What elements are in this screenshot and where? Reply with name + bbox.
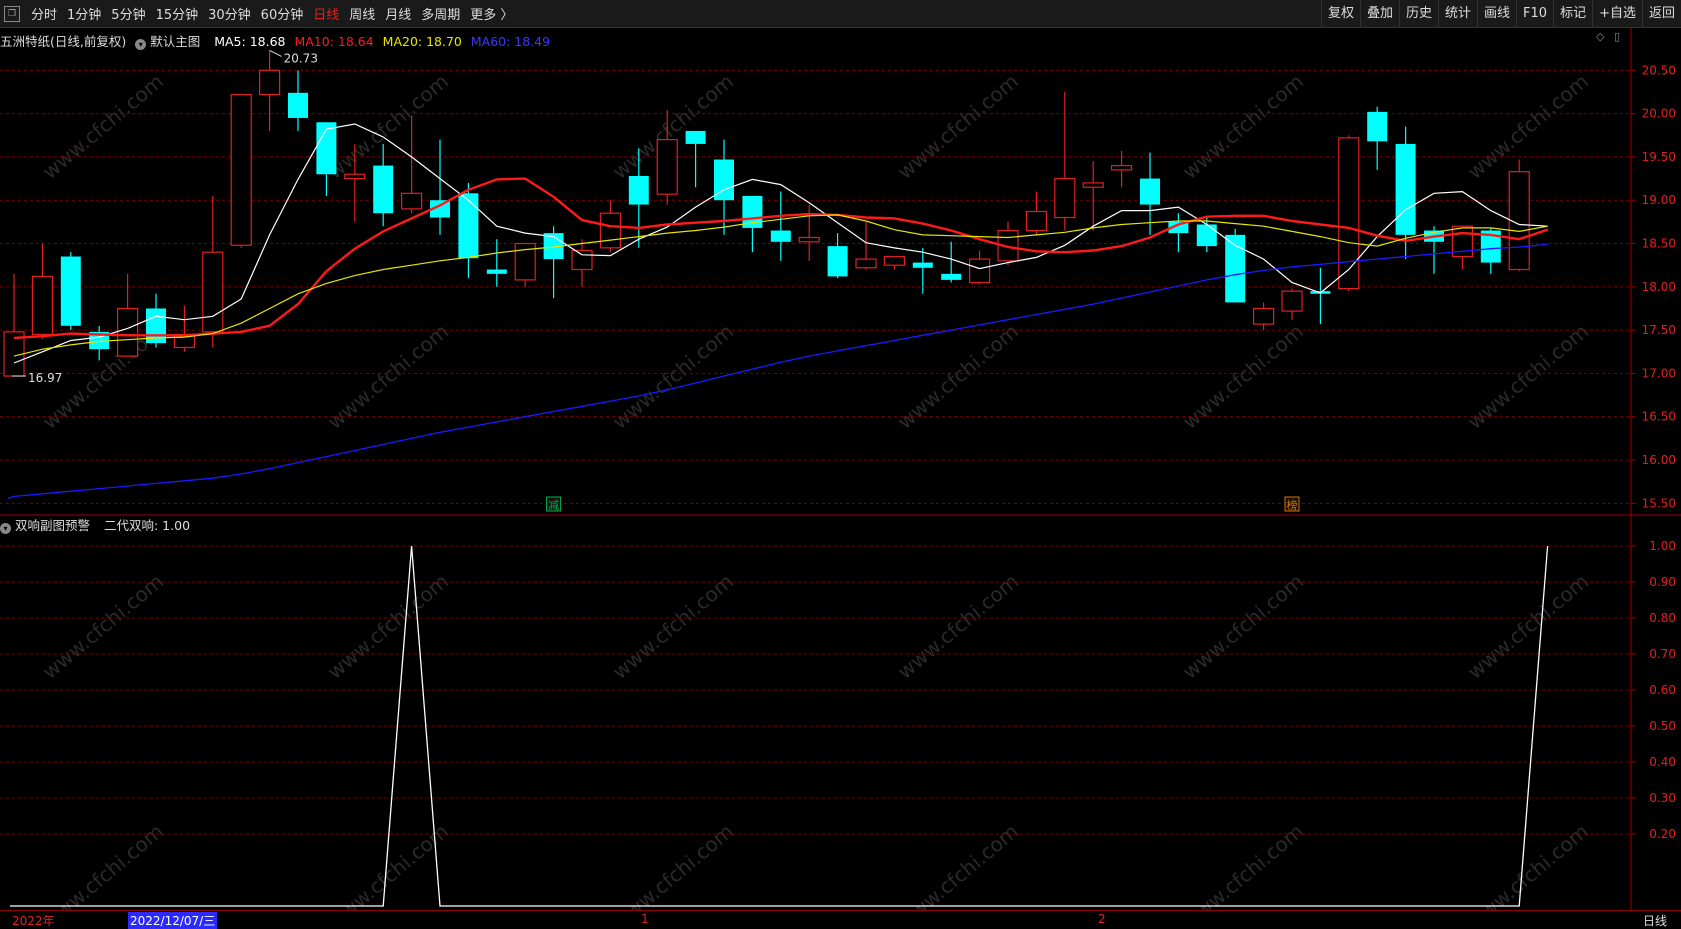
main-tick-label: 15.50 — [1642, 496, 1676, 510]
year-label: 2022年 — [12, 914, 55, 928]
sub-tick-label: 0.90 — [1649, 575, 1676, 589]
watermark-text: www.cfchi.com — [323, 819, 453, 910]
candle-body-up — [798, 236, 820, 243]
candle-body-down — [1395, 143, 1416, 235]
candle-body-down — [628, 175, 649, 205]
sub-tick-label: 0.30 — [1649, 791, 1676, 805]
candle-body-up — [599, 212, 622, 249]
watermark-text: www.cfchi.com — [893, 69, 1023, 184]
event-tag: 榜 — [1287, 498, 1298, 512]
high-marker-line — [269, 49, 282, 57]
date-axis: 2022年 2022/12/07/三 1 2 日线 — [0, 910, 1681, 929]
candle-body-up — [1082, 182, 1104, 188]
sub-tick-label: 0.80 — [1649, 611, 1676, 625]
candle-body-up — [1252, 307, 1275, 325]
main-tick-label: 20.00 — [1642, 107, 1676, 121]
cursor-date: 2022/12/07/三 — [128, 912, 218, 929]
candle-body-down — [60, 256, 81, 326]
main-tick-label: 18.00 — [1642, 280, 1676, 294]
watermark-text: www.cfchi.com — [893, 819, 1023, 910]
watermark-text: www.cfchi.com — [1178, 819, 1308, 910]
sub-tick-label: 0.60 — [1649, 683, 1676, 697]
watermark-text: www.cfchi.com — [1178, 69, 1308, 184]
candle-layer — [3, 50, 1530, 377]
sub-tick-label: 0.20 — [1649, 827, 1676, 841]
watermark-text: www.cfchi.com — [1463, 569, 1593, 684]
watermark-text: www.cfchi.com — [38, 69, 168, 184]
watermark-text: www.cfchi.com — [1178, 569, 1308, 684]
candle-body-up — [656, 138, 678, 195]
sub-tick-label: 0.40 — [1649, 755, 1676, 769]
ma60-extension — [7, 495, 15, 500]
candle-body-down — [685, 130, 706, 144]
main-tick-label: 16.00 — [1642, 453, 1676, 467]
candle-body-down — [1367, 111, 1388, 142]
candle-body-down — [770, 230, 791, 242]
candle-body-up — [1110, 164, 1133, 171]
month-tick-1: 1 — [641, 912, 649, 926]
candle-body-up — [344, 173, 366, 180]
candle-body-up — [855, 258, 877, 269]
candle-body-down — [373, 165, 394, 214]
sub-tick-label: 0.50 — [1649, 719, 1676, 733]
watermark-text: www.cfchi.com — [323, 569, 453, 684]
candle-body-down — [1196, 224, 1217, 247]
candle-body-down — [486, 269, 507, 274]
candle-body-down — [288, 92, 308, 118]
watermark-text: www.cfchi.com — [608, 569, 738, 684]
watermark-layer: www.cfchi.com www.cfchi.com www.cfchi.com w… — [38, 69, 1593, 910]
candle-body-up — [116, 307, 139, 357]
candle-body-down — [458, 193, 479, 259]
watermark-text: www.cfchi.com — [38, 819, 168, 910]
main-tick-label: 20.50 — [1642, 63, 1676, 77]
low-price-marker: 16.97 — [28, 371, 62, 385]
candle-body-down — [827, 246, 848, 277]
watermark-text: www.cfchi.com — [1463, 819, 1593, 910]
main-tick-label: 17.00 — [1642, 366, 1676, 380]
candle-body-up — [401, 192, 423, 210]
candle-body-down — [912, 262, 933, 268]
candle-body-up — [1338, 137, 1360, 290]
main-tick-label: 19.00 — [1642, 193, 1676, 207]
main-tick-label: 18.50 — [1642, 237, 1676, 251]
candle-body-up — [883, 255, 906, 266]
candle-body-down — [1140, 178, 1160, 205]
watermark-text: www.cfchi.com — [893, 569, 1023, 684]
candle-body-down — [941, 273, 962, 280]
period-tag: 日线 — [1643, 914, 1668, 928]
watermark-text: www.cfchi.com — [1463, 69, 1593, 184]
candle-body-up — [968, 258, 991, 284]
sub-tick-label: 1.00 — [1649, 539, 1676, 553]
ma-line-ma60 — [13, 243, 1548, 498]
candle-body-up — [1025, 210, 1048, 232]
candle-body-up — [259, 69, 281, 96]
main-tick-label: 17.50 — [1642, 323, 1676, 337]
axis-layer: 15.50 16.00 16.50 17.00 17.50 18.00 18.50 19.00… — [0, 27, 1681, 910]
candle-body-up — [1054, 177, 1076, 219]
candle-body-up — [571, 249, 593, 271]
watermark-text: www.cfchi.com — [608, 819, 738, 910]
candle-body-up — [31, 275, 54, 336]
stock-chart[interactable]: www.cfchi.com www.cfchi.com www.cfchi.com w… — [0, 0, 1681, 910]
candle-body-up — [230, 93, 252, 246]
main-tick-label: 19.50 — [1642, 150, 1676, 164]
high-price-marker: 20.73 — [284, 51, 318, 65]
main-tick-label: 16.50 — [1642, 410, 1676, 424]
event-tag: 减 — [548, 499, 559, 512]
watermark-text: www.cfchi.com — [38, 569, 168, 684]
sub-tick-label: 0.70 — [1649, 647, 1676, 661]
candle-body-up — [202, 251, 224, 333]
month-tick-2: 2 — [1098, 912, 1106, 926]
candle-body-up — [1281, 290, 1303, 312]
